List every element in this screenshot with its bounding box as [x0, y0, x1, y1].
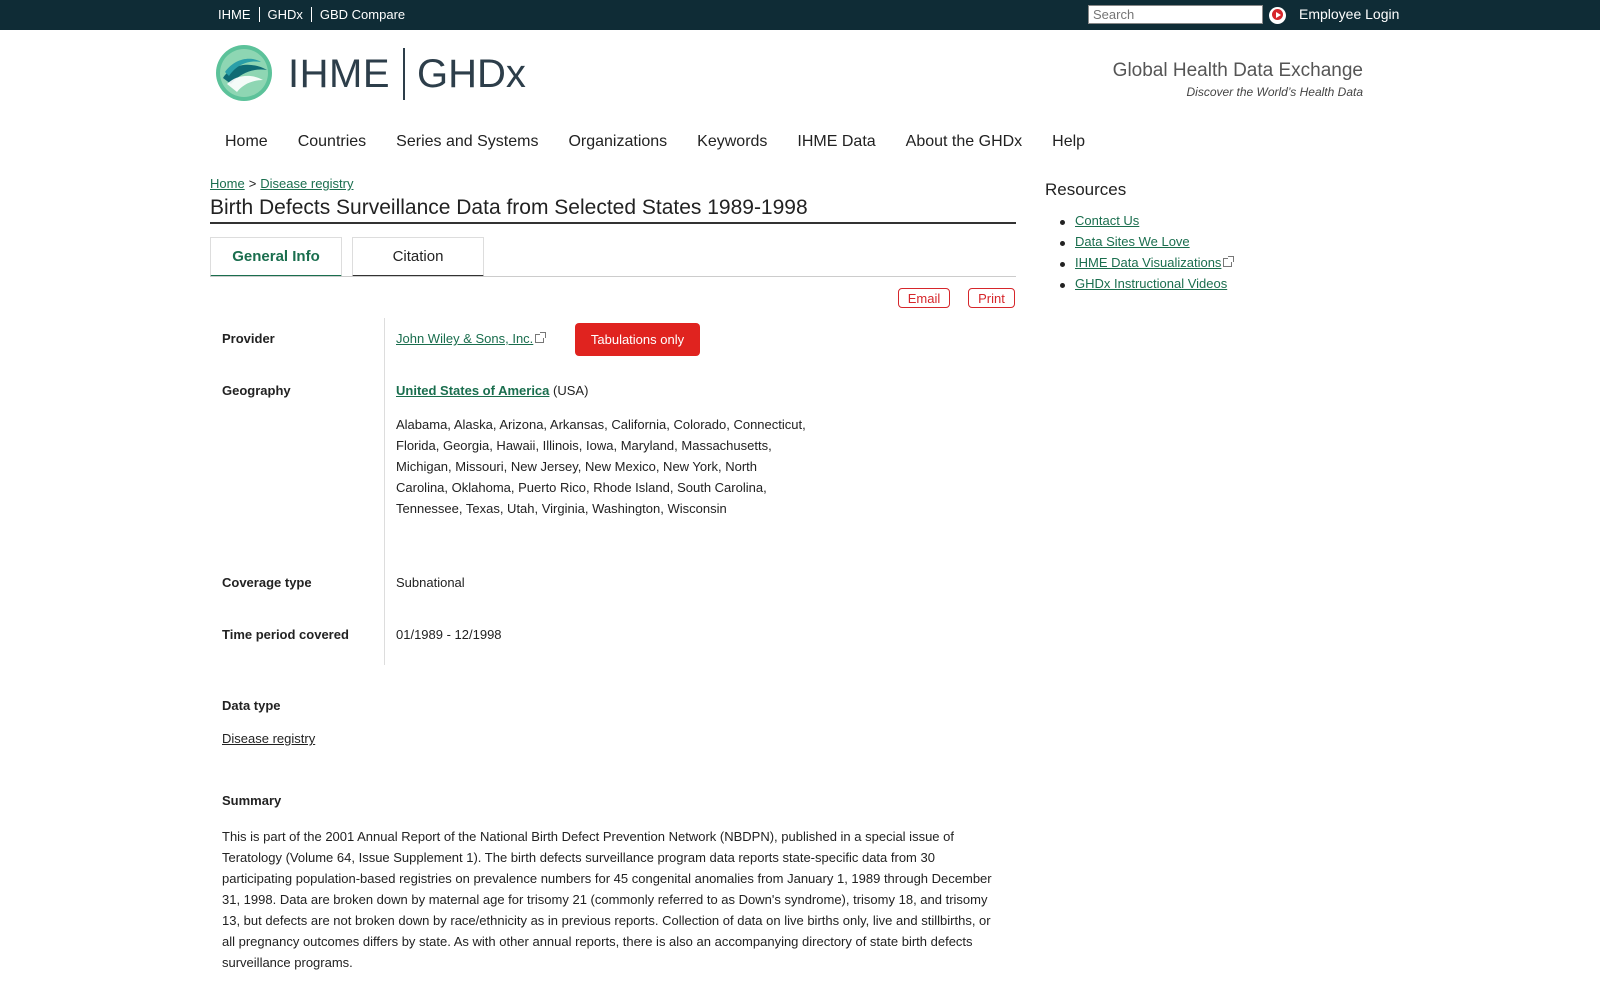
main-nav: Home Countries Series and Systems Organi…	[225, 133, 1115, 151]
tab-general-info[interactable]: General Info	[210, 237, 342, 277]
nav-item-keywords[interactable]: Keywords	[697, 133, 767, 151]
top-link-divider	[310, 7, 312, 22]
resource-data-sites[interactable]: Data Sites We Love	[1075, 234, 1190, 249]
print-button[interactable]: Print	[968, 288, 1015, 308]
details-divider	[384, 318, 385, 665]
geography-label: Geography	[222, 383, 291, 398]
search-input[interactable]	[1088, 5, 1263, 24]
provider-value: John Wiley & Sons, Inc.	[396, 331, 547, 346]
nav-item-about[interactable]: About the GHDx	[906, 133, 1023, 151]
top-link-ihme[interactable]: IHME	[218, 7, 251, 22]
brand-ihme[interactable]: IHME	[288, 52, 390, 97]
ihme-logo-icon[interactable]	[215, 44, 273, 102]
summary-text: This is part of the 2001 Annual Report o…	[222, 829, 992, 970]
geography-code: (USA)	[553, 383, 589, 398]
nav-item-home[interactable]: Home	[225, 133, 268, 151]
breadcrumb-disease-registry[interactable]: Disease registry	[260, 176, 353, 191]
top-bar: IHME GHDx GBD Compare Employee Login	[0, 0, 1600, 30]
page-title: Birth Defects Surveillance Data from Sel…	[210, 196, 1016, 224]
coverage-type-label: Coverage type	[222, 575, 312, 590]
top-links: IHME GHDx GBD Compare	[218, 7, 405, 22]
geography-country-link[interactable]: United States of America	[396, 383, 549, 398]
email-button[interactable]: Email	[898, 288, 950, 308]
resources-item: IHME Data Visualizations	[1059, 255, 1235, 276]
tabs-divider	[210, 276, 1016, 277]
brand-ghdx[interactable]: GHDx	[417, 52, 526, 97]
time-period-value: 01/1989 - 12/1998	[396, 627, 502, 642]
resources-item: Contact Us	[1059, 213, 1232, 234]
nav-item-countries[interactable]: Countries	[298, 133, 366, 151]
data-type-label: Data type	[222, 698, 281, 713]
top-link-divider	[258, 7, 260, 22]
resources-list: Contact Us Data Sites We Love IHME Data …	[1059, 213, 1235, 297]
time-period-label: Time period covered	[222, 627, 349, 642]
brand-divider	[403, 48, 405, 100]
nav-item-ihme-data[interactable]: IHME Data	[797, 133, 875, 151]
geography-value: United States of America (USA)	[396, 383, 588, 398]
resources-item: Data Sites We Love	[1059, 234, 1232, 255]
resource-instructional-videos[interactable]: GHDx Instructional Videos	[1075, 276, 1227, 291]
external-link-icon	[1223, 256, 1235, 267]
summary-label: Summary	[222, 793, 282, 808]
nav-item-organizations[interactable]: Organizations	[568, 133, 667, 151]
breadcrumb-home[interactable]: Home	[210, 176, 245, 191]
coverage-type-value: Subnational	[396, 575, 465, 590]
employee-login-link[interactable]: Employee Login	[1299, 6, 1399, 22]
resources-item: GHDx Instructional Videos	[1059, 276, 1232, 297]
provider-link[interactable]: John Wiley & Sons, Inc.	[396, 331, 533, 346]
resource-contact-us[interactable]: Contact Us	[1075, 213, 1139, 228]
top-link-gbd-compare[interactable]: GBD Compare	[320, 7, 405, 22]
nav-item-series-and-systems[interactable]: Series and Systems	[396, 133, 538, 151]
tab-citation[interactable]: Citation	[352, 237, 484, 277]
tabulations-only-badge[interactable]: Tabulations only	[575, 323, 700, 356]
resources-title: Resources	[1045, 180, 1127, 199]
tagline-subtitle: Discover the World’s Health Data	[1186, 85, 1363, 99]
breadcrumb: Home > Disease registry	[210, 176, 353, 191]
top-link-ghdx[interactable]: GHDx	[268, 7, 303, 22]
breadcrumb-separator: >	[248, 176, 257, 191]
tagline-title: Global Health Data Exchange	[1112, 60, 1363, 81]
provider-label: Provider	[222, 331, 275, 346]
external-link-icon	[535, 332, 547, 343]
nav-item-help[interactable]: Help	[1052, 133, 1085, 151]
search-submit-icon[interactable]	[1269, 7, 1286, 24]
data-type-link[interactable]: Disease registry	[222, 731, 315, 746]
geography-states: Alabama, Alaska, Arizona, Arkansas, Cali…	[396, 417, 806, 516]
resource-ihme-visualizations[interactable]: IHME Data Visualizations	[1075, 255, 1221, 270]
